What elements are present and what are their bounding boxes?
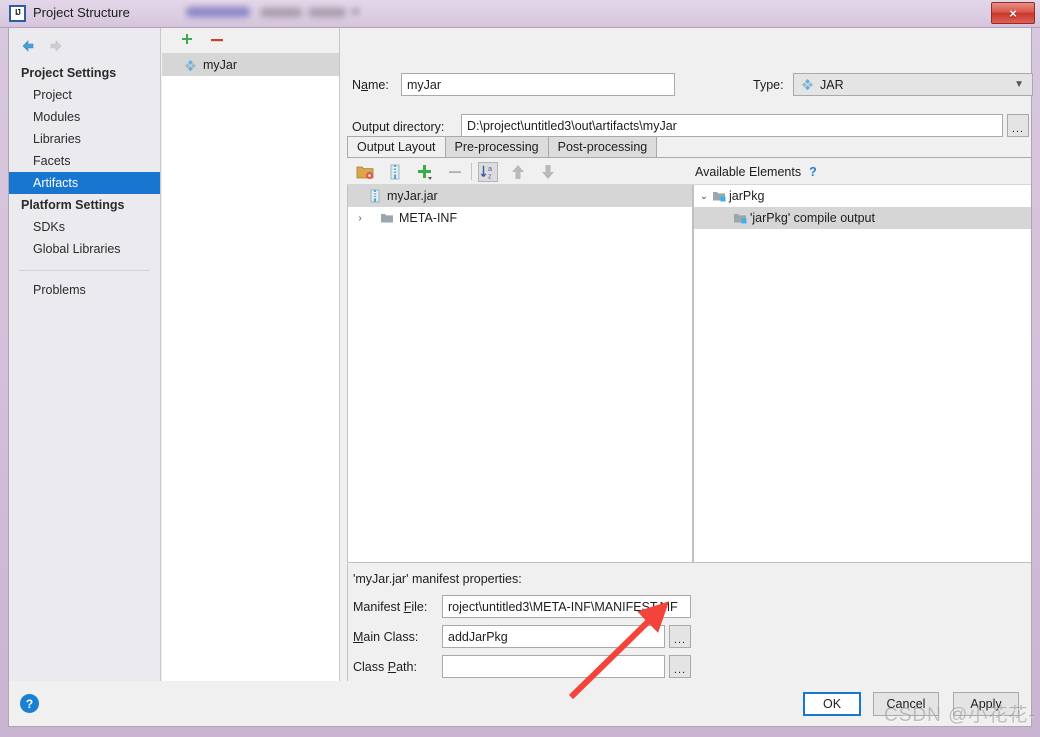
editor-tabs: Output Layout Pre-processing Post-proces… (347, 136, 658, 158)
jar-artifact-icon (184, 59, 197, 72)
sidebar-item-artifacts[interactable]: Artifacts (9, 172, 160, 194)
available-elements-tree[interactable]: ⌄ jarPkg 'jarPkg' compile output (693, 185, 1031, 563)
sidebar-item-project[interactable]: Project (9, 84, 160, 106)
folder-icon (380, 212, 394, 224)
intellij-logo-text: IJ (15, 7, 21, 17)
artifact-list-item-label: myJar (203, 58, 238, 72)
type-combobox-value: JAR (820, 77, 844, 92)
sidebar-item-libraries[interactable]: Libraries (9, 128, 160, 150)
tree-twisty-collapse[interactable]: ⌄ (696, 191, 712, 202)
artifact-list-item-myjar[interactable]: myJar (162, 54, 339, 76)
output-directory-input[interactable]: D:\project\untitled3\out\artifacts\myJar (461, 114, 1003, 137)
add-copy-icon[interactable] (415, 162, 435, 182)
class-path-browse-button[interactable]: ... (669, 655, 691, 678)
output-tree-row-meta-inf[interactable]: › META-INF (348, 207, 692, 229)
manifest-file-label: Manifest File: (353, 600, 428, 614)
output-tree-row-label: META-INF (399, 211, 458, 225)
available-tree-row-jarpkg-compile-output[interactable]: 'jarPkg' compile output (694, 207, 1031, 229)
move-up-icon (508, 162, 528, 182)
output-directory-browse-button[interactable]: ... (1007, 114, 1029, 137)
arrow-left-icon[interactable] (19, 37, 37, 55)
name-label: Name: (352, 78, 389, 92)
chevron-down-icon: ▼ (1014, 79, 1024, 90)
ok-button[interactable]: OK (803, 692, 861, 716)
main-class-browse-button[interactable]: ... (669, 625, 691, 648)
sidebar-item-global-libraries[interactable]: Global Libraries (9, 238, 160, 260)
class-path-input[interactable] (442, 655, 665, 678)
module-icon (712, 190, 727, 203)
artifact-list-panel: myJar (162, 28, 340, 681)
sidebar-list: Project Settings Project Modules Librari… (9, 62, 160, 301)
remove-artifact-button[interactable] (208, 31, 226, 49)
svg-text:z: z (488, 171, 492, 180)
type-combobox[interactable]: JAR ▼ (793, 73, 1033, 96)
output-directory-label: Output directory: (352, 120, 445, 134)
output-tree-row-label: myJar.jar (387, 189, 438, 203)
available-elements-header: Available Elements ? (693, 160, 1031, 184)
tab-output-layout[interactable]: Output Layout (347, 136, 446, 158)
output-tree-row-myjar-jar[interactable]: myJar.jar (348, 185, 692, 207)
manifest-file-input[interactable]: roject\untitled3\META-INF\MANIFEST.MF (442, 595, 691, 618)
sidebar-item-facets[interactable]: Facets (9, 150, 160, 172)
intellij-logo-icon: IJ (9, 5, 26, 22)
manifest-properties-panel: 'myJar.jar' manifest properties: Manifes… (347, 564, 693, 681)
available-elements-title: Available Elements (695, 165, 802, 179)
available-elements-help-icon[interactable]: ? (809, 165, 817, 179)
move-down-icon (538, 162, 558, 182)
project-structure-window: IJ Project Structure × Project Settings … (0, 0, 1040, 737)
remove-icon (445, 162, 465, 182)
sidebar-divider (19, 270, 150, 271)
sidebar-item-sdks[interactable]: SDKs (9, 216, 160, 238)
title-bar: IJ Project Structure × (0, 0, 1040, 28)
tree-twisty-expand[interactable]: › (352, 213, 368, 224)
type-label: Type: (753, 78, 784, 92)
artifact-editor-pane: Name: myJar Type: JAR ▼ Output directory… (341, 28, 1033, 709)
class-path-label: Class Path: (353, 660, 417, 674)
output-layout-tree[interactable]: myJar.jar › META-INF (347, 185, 693, 563)
sidebar-group-project-settings: Project Settings (21, 66, 117, 80)
main-class-input[interactable]: addJarPkg (442, 625, 665, 648)
sidebar-item-modules[interactable]: Modules (9, 106, 160, 128)
manifest-properties-title: 'myJar.jar' manifest properties: (353, 572, 522, 586)
tab-pre-processing[interactable]: Pre-processing (444, 136, 549, 158)
sidebar-group-platform-settings: Platform Settings (21, 198, 125, 212)
sort-alphabetically-icon[interactable]: a z (478, 162, 498, 182)
add-directory-icon[interactable] (355, 162, 375, 182)
name-input[interactable]: myJar (401, 73, 675, 96)
artifact-list-toolbar (162, 28, 339, 54)
redacted-project-path (182, 2, 362, 24)
dialog-footer: ? OK Cancel Apply (8, 681, 1032, 727)
toolbar-separator (471, 163, 472, 180)
arrow-right-icon (47, 37, 65, 55)
available-tree-row-label: 'jarPkg' compile output (750, 211, 875, 225)
navigation-arrows (15, 34, 75, 58)
close-window-button[interactable]: × (991, 2, 1035, 24)
window-title: Project Structure (33, 5, 130, 20)
settings-sidebar: Project Settings Project Modules Librari… (9, 28, 161, 681)
archive-icon (368, 189, 382, 203)
jar-type-icon (801, 78, 814, 91)
sidebar-item-problems[interactable]: Problems (9, 279, 160, 301)
module-output-icon (733, 212, 748, 225)
main-class-label: Main Class: (353, 630, 419, 644)
tab-post-processing[interactable]: Post-processing (547, 136, 658, 158)
dialog-body: Project Settings Project Modules Librari… (8, 28, 1033, 709)
help-icon[interactable]: ? (20, 694, 39, 713)
add-archive-icon[interactable] (385, 162, 405, 182)
watermark-text: CSDN @小花花- (884, 705, 1036, 726)
available-tree-row-jarpkg[interactable]: ⌄ jarPkg (694, 185, 1031, 207)
available-tree-row-label: jarPkg (729, 189, 765, 203)
add-artifact-button[interactable] (178, 31, 196, 49)
